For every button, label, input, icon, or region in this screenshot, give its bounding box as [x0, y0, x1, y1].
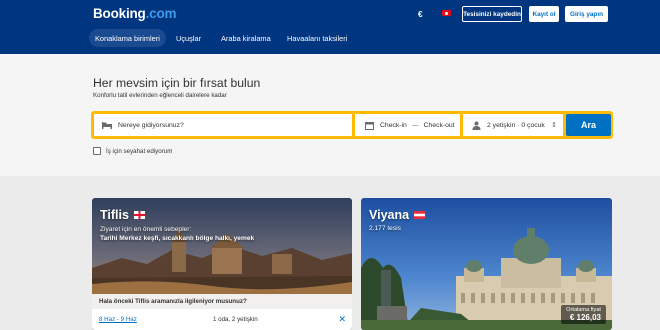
checkbox-box[interactable] [93, 147, 101, 155]
language-flag-icon[interactable] [442, 10, 451, 16]
tab-stays[interactable]: Konaklama birimleri [89, 29, 166, 47]
calendar-icon [364, 120, 374, 130]
resume-search-prompt: Hala önceki Tiflis aramanızla ilgileniyo… [92, 294, 352, 309]
resume-dates-link[interactable]: 8 Haz - 9 Haz [99, 316, 137, 323]
resume-room-info: 1 oda, 2 yetişkin [213, 316, 258, 323]
tab-flights[interactable]: Uçuşlar [170, 29, 207, 47]
guests-text: 2 yetişkin · 0 çocuk [487, 121, 545, 129]
person-icon [471, 120, 481, 130]
average-price-badge: Ortalama fiyat € 126,03 [561, 305, 606, 324]
date-separator: — [411, 121, 419, 129]
search-button[interactable]: Ara [566, 114, 611, 136]
close-icon[interactable]: ✕ [338, 314, 346, 325]
city-name: Tiflis [100, 208, 129, 222]
checkout-label: Check-out [423, 121, 455, 129]
top-header: Booking.com € Tesisinizi kaydedin Kayıt … [0, 0, 660, 54]
search-bar: Nereye gidiyorsunuz? Check-in — Check-ou… [91, 111, 613, 139]
property-count: 2.177 tesis [369, 225, 401, 232]
destination-placeholder: Nereye gidiyorsunuz? [118, 121, 184, 129]
sign-in-button[interactable]: Giriş yapın [565, 6, 608, 22]
chevron-updown-icon: ⇕ [551, 122, 557, 129]
logo-text: Booking [93, 6, 146, 21]
card-city-title: Viyana [369, 208, 426, 222]
date-picker[interactable]: Check-in — Check-out [355, 114, 460, 136]
card-reasons-label: Ziyaret için en önemli sebepler: [100, 226, 192, 233]
business-travel-label: İş için seyahat ediyorum [106, 147, 173, 155]
hero-subtitle: Konforlu tatil evlerinden eğlenceli dair… [93, 92, 227, 99]
average-price-value: € 126,03 [569, 313, 601, 322]
tab-car-rental[interactable]: Araba kiralama [215, 29, 277, 47]
austria-flag-icon [414, 208, 426, 222]
guests-selector[interactable]: 2 yetişkin · 0 çocuk ⇕ [463, 114, 563, 136]
destination-input[interactable]: Nereye gidiyorsunuz? [94, 114, 352, 136]
tab-airport-taxis[interactable]: Havaalanı taksileri [281, 29, 353, 47]
bed-icon [102, 120, 112, 130]
business-travel-checkbox[interactable]: İş için seyahat ediyorum [93, 147, 172, 155]
currency-selector[interactable]: € [418, 10, 422, 19]
logo-domain: .com [145, 6, 177, 21]
checkin-label: Check-in [380, 121, 407, 129]
card-city-title: Tiflis [100, 208, 145, 222]
booking-logo[interactable]: Booking.com [93, 6, 177, 21]
hero-title: Her mevsim için bir fırsat bulun [93, 76, 261, 90]
destination-card-tbilisi[interactable]: Tiflis Ziyaret için en önemli sebepler: … [92, 198, 352, 330]
card-reasons-text: Tarihi Merkez keşfi, sıcakkanlı bölge ha… [100, 235, 255, 242]
city-name: Viyana [369, 208, 410, 222]
resume-search-row[interactable]: 8 Haz - 9 Haz 1 oda, 2 yetişkin ✕ [92, 309, 352, 330]
register-button[interactable]: Kayıt ol [529, 6, 559, 22]
destination-card-vienna[interactable]: Viyana 2.177 tesis Ortalama fiyat € 126,… [361, 198, 612, 330]
list-property-button[interactable]: Tesisinizi kaydedin [462, 6, 522, 22]
georgia-flag-icon [133, 208, 145, 222]
